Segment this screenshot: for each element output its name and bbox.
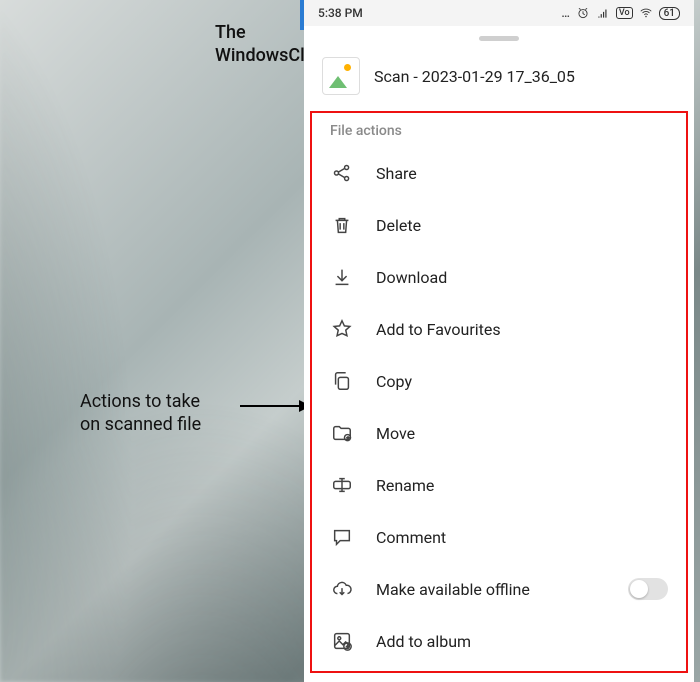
offline-action[interactable]: Make available offline [320,563,678,615]
download-label: Download [376,268,447,287]
alarm-icon [576,6,590,20]
file-name: Scan - 2023-01-29 17_36_05 [374,67,575,86]
download-action[interactable]: Download [320,251,678,303]
file-actions-panel: File actions Share Delete [310,111,688,673]
battery-icon: 61 [659,7,680,20]
download-icon [330,265,354,289]
dots-icon: … [561,6,570,20]
file-header: Scan - 2023-01-29 17_36_05 [304,53,694,111]
status-time: 5:38 PM [318,6,363,20]
comment-label: Comment [376,528,446,547]
delete-label: Delete [376,216,421,235]
share-action[interactable]: Share [320,147,678,199]
add-album-icon [330,629,354,653]
section-title: File actions [320,123,678,147]
signal-icon [596,6,610,20]
comment-icon [330,525,354,549]
move-label: Move [376,424,415,443]
copy-label: Copy [376,372,412,391]
file-thumbnail [322,57,360,95]
phone-frame: 5:38 PM … Vo 61 Scan - 2023-01-29 17_36_… [304,0,694,682]
offline-toggle[interactable] [628,578,668,600]
favourites-action[interactable]: Add to Favourites [320,303,678,355]
action-list: Share Delete Download [320,147,678,667]
move-action[interactable]: Move [320,407,678,459]
rename-icon [330,473,354,497]
star-icon [330,317,354,341]
album-action[interactable]: Add to album [320,615,678,667]
cloud-download-icon [330,577,354,601]
vo-icon: Vo [616,7,633,19]
album-label: Add to album [376,632,471,651]
copy-action[interactable]: Copy [320,355,678,407]
status-bar: 5:38 PM … Vo 61 [304,0,694,26]
rename-action[interactable]: Rename [320,459,678,511]
annotation-line2: on scanned file [80,413,240,436]
favourites-label: Add to Favourites [376,320,501,339]
status-icons: … Vo 61 [561,6,680,20]
annotation-text: Actions to take on scanned file [80,390,240,437]
trash-icon [330,213,354,237]
rename-label: Rename [376,476,434,495]
image-icon-mountain [329,76,347,88]
bottom-sheet: Scan - 2023-01-29 17_36_05 File actions … [304,36,694,673]
comment-action[interactable]: Comment [320,511,678,563]
delete-action[interactable]: Delete [320,199,678,251]
annotation-arrow [240,405,310,407]
annotation-line1: Actions to take [80,390,240,413]
image-icon-sun [344,64,351,71]
offline-label: Make available offline [376,580,530,599]
drag-handle[interactable] [479,36,519,41]
share-label: Share [376,164,417,183]
copy-icon [330,369,354,393]
background-leaf [0,0,320,682]
move-folder-icon [330,421,354,445]
wifi-icon [639,6,653,20]
share-icon [330,161,354,185]
